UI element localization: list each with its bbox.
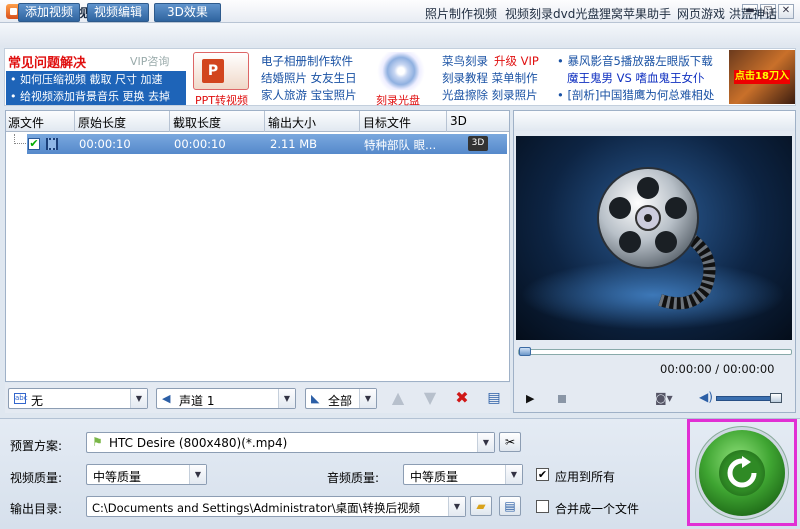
row-checkbox[interactable]: ✔ xyxy=(28,138,40,150)
ppt-to-video-link[interactable]: PPT转视频 xyxy=(195,92,248,108)
settings-wrench-icon[interactable]: ✂ xyxy=(499,432,521,452)
chevron-down-icon[interactable]: ▼ xyxy=(278,389,295,408)
volume-icon[interactable]: ◀) xyxy=(699,390,713,404)
burn-disc-link[interactable]: 刻录光盘 xyxy=(376,92,420,108)
cell-output-size: 2.11 MB xyxy=(270,137,318,151)
audio-track-value: 声道 1 xyxy=(179,394,215,408)
video-quality-value: 中等质量 xyxy=(93,470,142,484)
move-down-icon[interactable]: ▼ xyxy=(421,389,439,407)
browse-folder-icon[interactable]: ▰ xyxy=(470,496,492,516)
timecode: 00:00:00 / 00:00:00 xyxy=(660,362,775,376)
cell-clip-length: 00:00:10 xyxy=(174,137,226,151)
dvd-burn-link[interactable]: 视频刻录dvd光盘 xyxy=(505,5,599,22)
chevron-down-icon[interactable]: ▼ xyxy=(505,465,522,484)
burn-link[interactable]: 菜鸟刻录 xyxy=(442,53,488,69)
chevron-down-icon[interactable]: ▼ xyxy=(189,465,206,484)
game-ad-tag[interactable]: 点击18刀入 xyxy=(734,70,790,84)
snapshot-icon[interactable]: ◙▾ xyxy=(655,391,673,405)
news-link[interactable]: • [剖析]中国猎鹰为何总难相处 xyxy=(557,87,714,103)
disc-icon[interactable] xyxy=(373,52,429,90)
burn-link[interactable]: 刻录教程 菜单制作 xyxy=(442,70,538,86)
preset-label: 预置方案: xyxy=(10,439,63,453)
output-dir-label: 输出目录: xyxy=(10,502,63,516)
subtitle-select[interactable]: abc 无 ▼ xyxy=(8,388,148,409)
output-dir-value: C:\Documents and Settings\Administrator\… xyxy=(92,501,420,515)
audio-scope-value: 全部 xyxy=(328,394,353,408)
seek-bar[interactable] xyxy=(518,349,792,355)
add-video-button[interactable]: 添加视频 xyxy=(18,3,81,22)
chevron-down-icon[interactable]: ▼ xyxy=(448,497,465,516)
open-folder-icon[interactable]: ▤ xyxy=(499,496,521,516)
clear-list-icon[interactable]: ▤ xyxy=(485,389,503,407)
refresh-arrow-icon[interactable] xyxy=(725,456,759,490)
android-icon: ⚑ xyxy=(92,435,103,449)
subtitle-icon: abc xyxy=(14,393,28,404)
photo-video-link[interactable]: 照片制作视频 xyxy=(425,5,497,22)
album-link[interactable]: 电子相册制作软件 xyxy=(261,53,353,69)
album-link[interactable]: 结婚照片 女友生日 xyxy=(261,70,357,86)
faq-title[interactable]: 常见问题解决 xyxy=(8,52,86,71)
cell-target: 特种部队 眼... xyxy=(364,138,437,152)
delete-icon[interactable]: ✖ xyxy=(453,389,471,407)
album-link[interactable]: 家人旅游 宝宝照片 xyxy=(261,87,357,103)
3d-badge-icon[interactable]: 3D xyxy=(468,136,488,151)
apply-all-label[interactable]: 应用到所有 xyxy=(555,468,615,485)
news-link[interactable]: 魔王鬼男 VS 嗜血鬼王女仆 xyxy=(567,70,704,86)
output-dir-select[interactable]: C:\Documents and Settings\Administrator\… xyxy=(86,496,466,517)
film-icon xyxy=(46,138,58,150)
vip-consult-link[interactable]: VIP咨询 xyxy=(130,53,169,69)
volume-handle[interactable] xyxy=(770,393,782,403)
edit-video-button[interactable]: 视频编辑 xyxy=(87,3,150,22)
col-original-length[interactable]: 原始长度 xyxy=(78,114,126,131)
3d-effect-button[interactable]: 3D效果 xyxy=(154,3,221,22)
speaker-icon: ◀ xyxy=(162,392,171,405)
stop-icon[interactable] xyxy=(558,395,566,403)
seek-handle[interactable] xyxy=(519,347,531,356)
col-clip-length[interactable]: 截取长度 xyxy=(173,114,221,131)
scope-icon: ◣ xyxy=(311,392,320,405)
faq-row[interactable]: • 如何压缩视频 截取 尺寸 加速 xyxy=(6,71,186,88)
web-game-link[interactable]: 网页游戏 洪荒神话 xyxy=(677,5,777,22)
film-reel-icon xyxy=(597,167,716,310)
preview-header xyxy=(514,111,795,131)
toolbar xyxy=(0,23,800,47)
col-divider xyxy=(359,111,360,132)
news-link[interactable]: • 暴风影音5播放器左眼版下载 xyxy=(557,53,713,69)
apply-all-checkbox[interactable]: ✔ xyxy=(536,468,549,481)
col-target[interactable]: 目标文件 xyxy=(363,114,411,131)
audio-quality-select[interactable]: 中等质量 ▼ xyxy=(403,464,523,485)
ppt-icon[interactable]: P xyxy=(193,52,249,90)
col-divider xyxy=(169,111,170,132)
chevron-down-icon[interactable]: ▼ xyxy=(359,389,376,408)
chevron-down-icon[interactable]: ▼ xyxy=(130,389,147,408)
audio-track-select[interactable]: ◀ 声道 1 ▼ xyxy=(156,388,296,409)
close-icon[interactable]: ✕ xyxy=(778,4,794,19)
col-divider xyxy=(264,111,265,132)
col-source[interactable]: 源文件 xyxy=(8,114,44,131)
preset-value: HTC Desire (800x480)(*.mp4) xyxy=(109,436,288,450)
col-divider xyxy=(446,111,447,132)
audio-scope-select[interactable]: ◣ 全部 ▼ xyxy=(305,388,377,409)
video-quality-label: 视频质量: xyxy=(10,471,63,485)
video-quality-select[interactable]: 中等质量 ▼ xyxy=(86,464,207,485)
preset-select[interactable]: ⚑ HTC Desire (800x480)(*.mp4) ▼ xyxy=(86,432,495,453)
cell-original-length: 00:00:10 xyxy=(79,137,131,151)
chevron-down-icon[interactable]: ▼ xyxy=(477,433,494,452)
faq-row[interactable]: • 给视频添加背景音乐 更换 去掉 xyxy=(6,88,186,105)
apple-helper-link[interactable]: 狸窝苹果助手 xyxy=(599,5,671,22)
merge-checkbox[interactable] xyxy=(536,500,549,513)
play-icon[interactable]: ▶ xyxy=(526,392,534,405)
move-up-icon[interactable]: ▲ xyxy=(389,389,407,407)
col-output-size[interactable]: 输出大小 xyxy=(268,114,316,131)
upgrade-vip-link[interactable]: 升级 VIP xyxy=(494,53,539,69)
tree-line xyxy=(14,134,26,144)
col-divider xyxy=(74,111,75,132)
audio-quality-value: 中等质量 xyxy=(410,470,459,484)
burn-link[interactable]: 光盘擦除 刻录照片 xyxy=(442,87,538,103)
subtitle-value: 无 xyxy=(31,394,44,408)
audio-quality-label: 音频质量: xyxy=(327,471,380,485)
col-3d[interactable]: 3D xyxy=(450,114,467,128)
merge-label[interactable]: 合并成一个文件 xyxy=(555,500,639,517)
